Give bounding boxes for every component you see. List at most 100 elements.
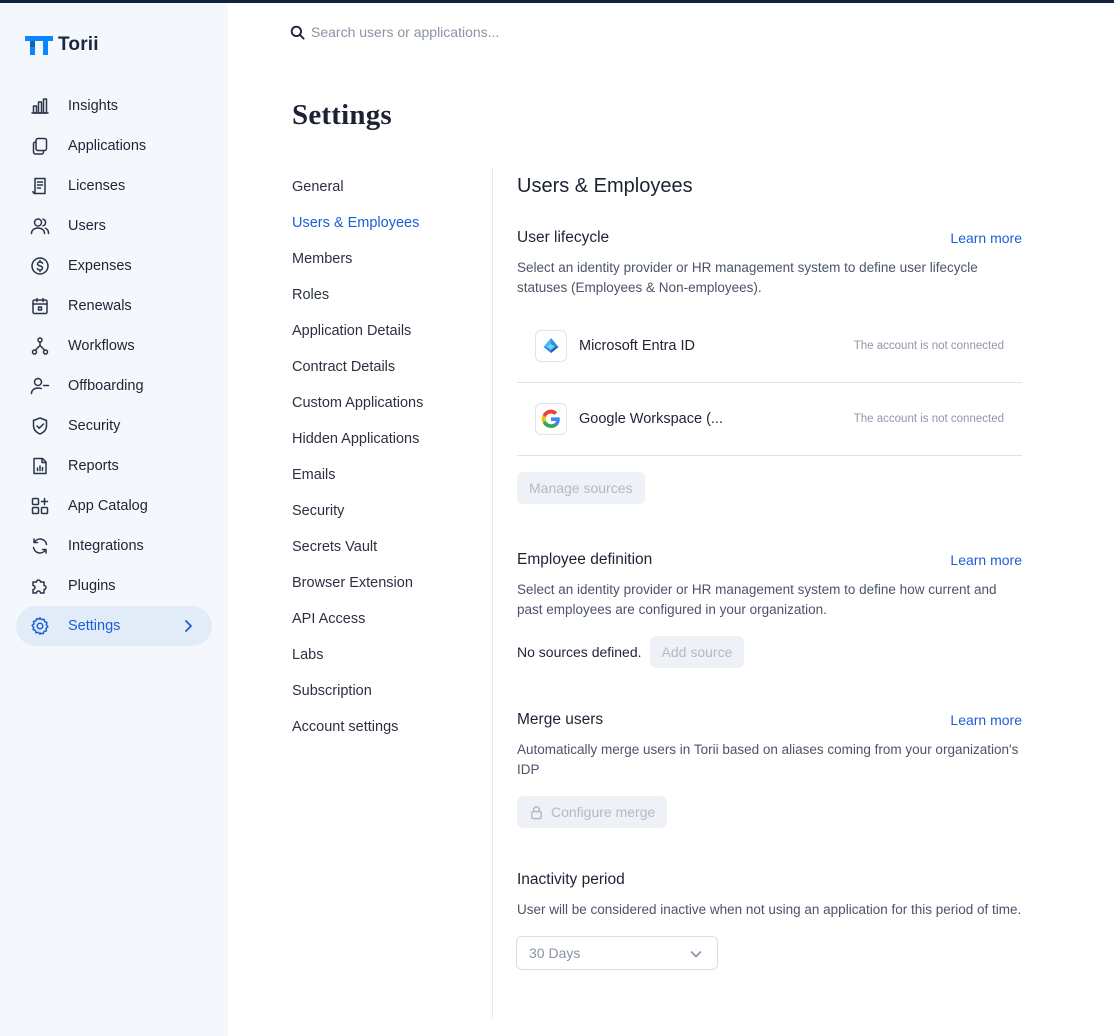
source-row[interactable]: Microsoft Entra ID The account is not co… xyxy=(517,310,1022,383)
sidebar-item-workflows[interactable]: Workflows xyxy=(16,326,212,366)
global-search xyxy=(290,24,611,40)
sidebar: Torii Insights Applications Licenses Use… xyxy=(0,3,228,1036)
page-title: Settings xyxy=(292,99,392,131)
settings-content: Users & Employees User lifecycle Learn m… xyxy=(516,172,1022,970)
sidebar-item-reports[interactable]: Reports xyxy=(16,446,212,486)
settings-nav-browser-extension[interactable]: Browser Extension xyxy=(292,573,482,609)
sidebar-item-label: App Catalog xyxy=(68,498,148,514)
inactivity-period-section: Inactivity period User will be considere… xyxy=(516,869,1022,970)
report-icon xyxy=(30,456,50,476)
employee-definition-section: Employee definition Learn more Select an… xyxy=(517,549,1022,668)
source-name: Google Workspace (... xyxy=(579,411,723,427)
sidebar-item-label: Settings xyxy=(68,618,121,634)
merge-users-section: Merge users Learn more Automatically mer… xyxy=(517,709,1022,828)
employee-definition-title: Employee definition xyxy=(517,551,653,568)
configure-merge-label: Configure merge xyxy=(551,804,656,820)
sidebar-item-offboarding[interactable]: Offboarding xyxy=(16,366,212,406)
sidebar-item-label: Integrations xyxy=(68,538,144,554)
source-status: The account is not connected xyxy=(853,340,1004,352)
merge-users-title: Merge users xyxy=(517,711,604,728)
sidebar-item-users[interactable]: Users xyxy=(16,206,212,246)
settings-nav-account-settings[interactable]: Account settings xyxy=(292,717,482,753)
source-list: Microsoft Entra ID The account is not co… xyxy=(517,310,1022,456)
sidebar-item-security[interactable]: Security xyxy=(16,406,212,446)
sidebar-item-label: Insights xyxy=(68,98,118,114)
settings-nav-hidden-applications[interactable]: Hidden Applications xyxy=(292,429,482,465)
torii-logo[interactable]: Torii xyxy=(24,34,99,56)
puzzle-icon xyxy=(30,576,50,596)
workflow-icon xyxy=(30,336,50,356)
search-input[interactable] xyxy=(311,24,611,40)
refresh-icon xyxy=(30,536,50,556)
calendar-icon xyxy=(30,296,50,316)
vertical-divider xyxy=(492,168,493,1018)
brand-name: Torii xyxy=(58,34,99,55)
inactivity-period-value: 30 Days xyxy=(529,945,581,961)
chevron-right-icon xyxy=(180,618,196,634)
sidebar-item-settings[interactable]: Settings xyxy=(16,606,212,646)
sidebar-item-app-catalog[interactable]: App Catalog xyxy=(16,486,212,526)
inactivity-period-description: User will be considered inactive when no… xyxy=(517,902,1022,917)
employee-definition-description: Select an identity provider or HR manage… xyxy=(517,582,997,617)
user-minus-icon xyxy=(30,376,50,396)
settings-nav-emails[interactable]: Emails xyxy=(292,465,482,501)
source-status: The account is not connected xyxy=(853,413,1004,425)
sidebar-item-expenses[interactable]: Expenses xyxy=(16,246,212,286)
user-lifecycle-description: Select an identity provider or HR manage… xyxy=(517,260,978,295)
sidebar-item-label: Workflows xyxy=(68,338,135,354)
settings-nav-custom-applications[interactable]: Custom Applications xyxy=(292,393,482,429)
sidebar-item-label: Reports xyxy=(68,458,119,474)
user-lifecycle-learn-more-link[interactable]: Learn more xyxy=(950,230,1022,246)
user-lifecycle-section: User lifecycle Learn more Select an iden… xyxy=(517,227,1022,504)
search-icon xyxy=(290,25,305,40)
sidebar-item-label: Applications xyxy=(68,138,147,154)
merge-users-learn-more-link[interactable]: Learn more xyxy=(950,712,1022,728)
inactivity-period-select[interactable]: 30 Days xyxy=(516,936,718,970)
add-source-button[interactable]: Add source xyxy=(649,636,745,668)
settings-nav-members[interactable]: Members xyxy=(292,249,482,285)
copy-icon xyxy=(30,136,50,156)
settings-nav-roles[interactable]: Roles xyxy=(292,285,482,321)
settings-nav-general[interactable]: General xyxy=(292,177,482,213)
receipt-icon xyxy=(30,176,50,196)
sidebar-item-licenses[interactable]: Licenses xyxy=(16,166,212,206)
settings-nav: General Users & Employees Members Roles … xyxy=(292,177,482,753)
sidebar-item-label: Licenses xyxy=(68,178,126,194)
torii-logo-icon xyxy=(25,36,53,55)
settings-nav-security[interactable]: Security xyxy=(292,501,482,537)
configure-merge-button[interactable]: Configure merge xyxy=(517,796,668,828)
user-lifecycle-title: User lifecycle xyxy=(517,229,610,246)
chevron-down-icon xyxy=(689,947,703,961)
settings-nav-secrets-vault[interactable]: Secrets Vault xyxy=(292,537,482,573)
sidebar-item-plugins[interactable]: Plugins xyxy=(16,566,212,606)
gear-icon xyxy=(30,616,50,636)
merge-users-description: Automatically merge users in Torii based… xyxy=(517,742,1019,777)
sidebar-item-label: Plugins xyxy=(68,578,116,594)
employee-definition-learn-more-link[interactable]: Learn more xyxy=(950,552,1022,568)
settings-nav-subscription[interactable]: Subscription xyxy=(292,681,482,717)
bar-chart-icon xyxy=(30,96,50,116)
sidebar-item-label: Offboarding xyxy=(68,378,144,394)
section-title: Users & Employees xyxy=(517,175,693,197)
microsoft-entra-icon xyxy=(535,330,567,362)
settings-nav-contract-details[interactable]: Contract Details xyxy=(292,357,482,393)
settings-nav-labs[interactable]: Labs xyxy=(292,645,482,681)
sidebar-item-label: Renewals xyxy=(68,298,132,314)
grid-plus-icon xyxy=(30,496,50,516)
inactivity-period-title: Inactivity period xyxy=(517,871,625,888)
sidebar-item-applications[interactable]: Applications xyxy=(16,126,212,166)
settings-nav-api-access[interactable]: API Access xyxy=(292,609,482,645)
google-icon xyxy=(535,403,567,435)
settings-nav-application-details[interactable]: Application Details xyxy=(292,321,482,357)
dollar-circle-icon xyxy=(30,256,50,276)
source-row[interactable]: Google Workspace (... The account is not… xyxy=(517,383,1022,456)
sidebar-item-renewals[interactable]: Renewals xyxy=(16,286,212,326)
manage-sources-button[interactable]: Manage sources xyxy=(517,472,645,504)
source-name: Microsoft Entra ID xyxy=(579,338,696,354)
sidebar-item-insights[interactable]: Insights xyxy=(16,86,212,126)
sidebar-item-integrations[interactable]: Integrations xyxy=(16,526,212,566)
sidebar-item-label: Users xyxy=(68,218,106,234)
settings-nav-users-employees[interactable]: Users & Employees xyxy=(292,213,482,249)
no-sources-text: No sources defined. xyxy=(517,644,642,660)
sidebar-item-label: Security xyxy=(68,418,121,434)
